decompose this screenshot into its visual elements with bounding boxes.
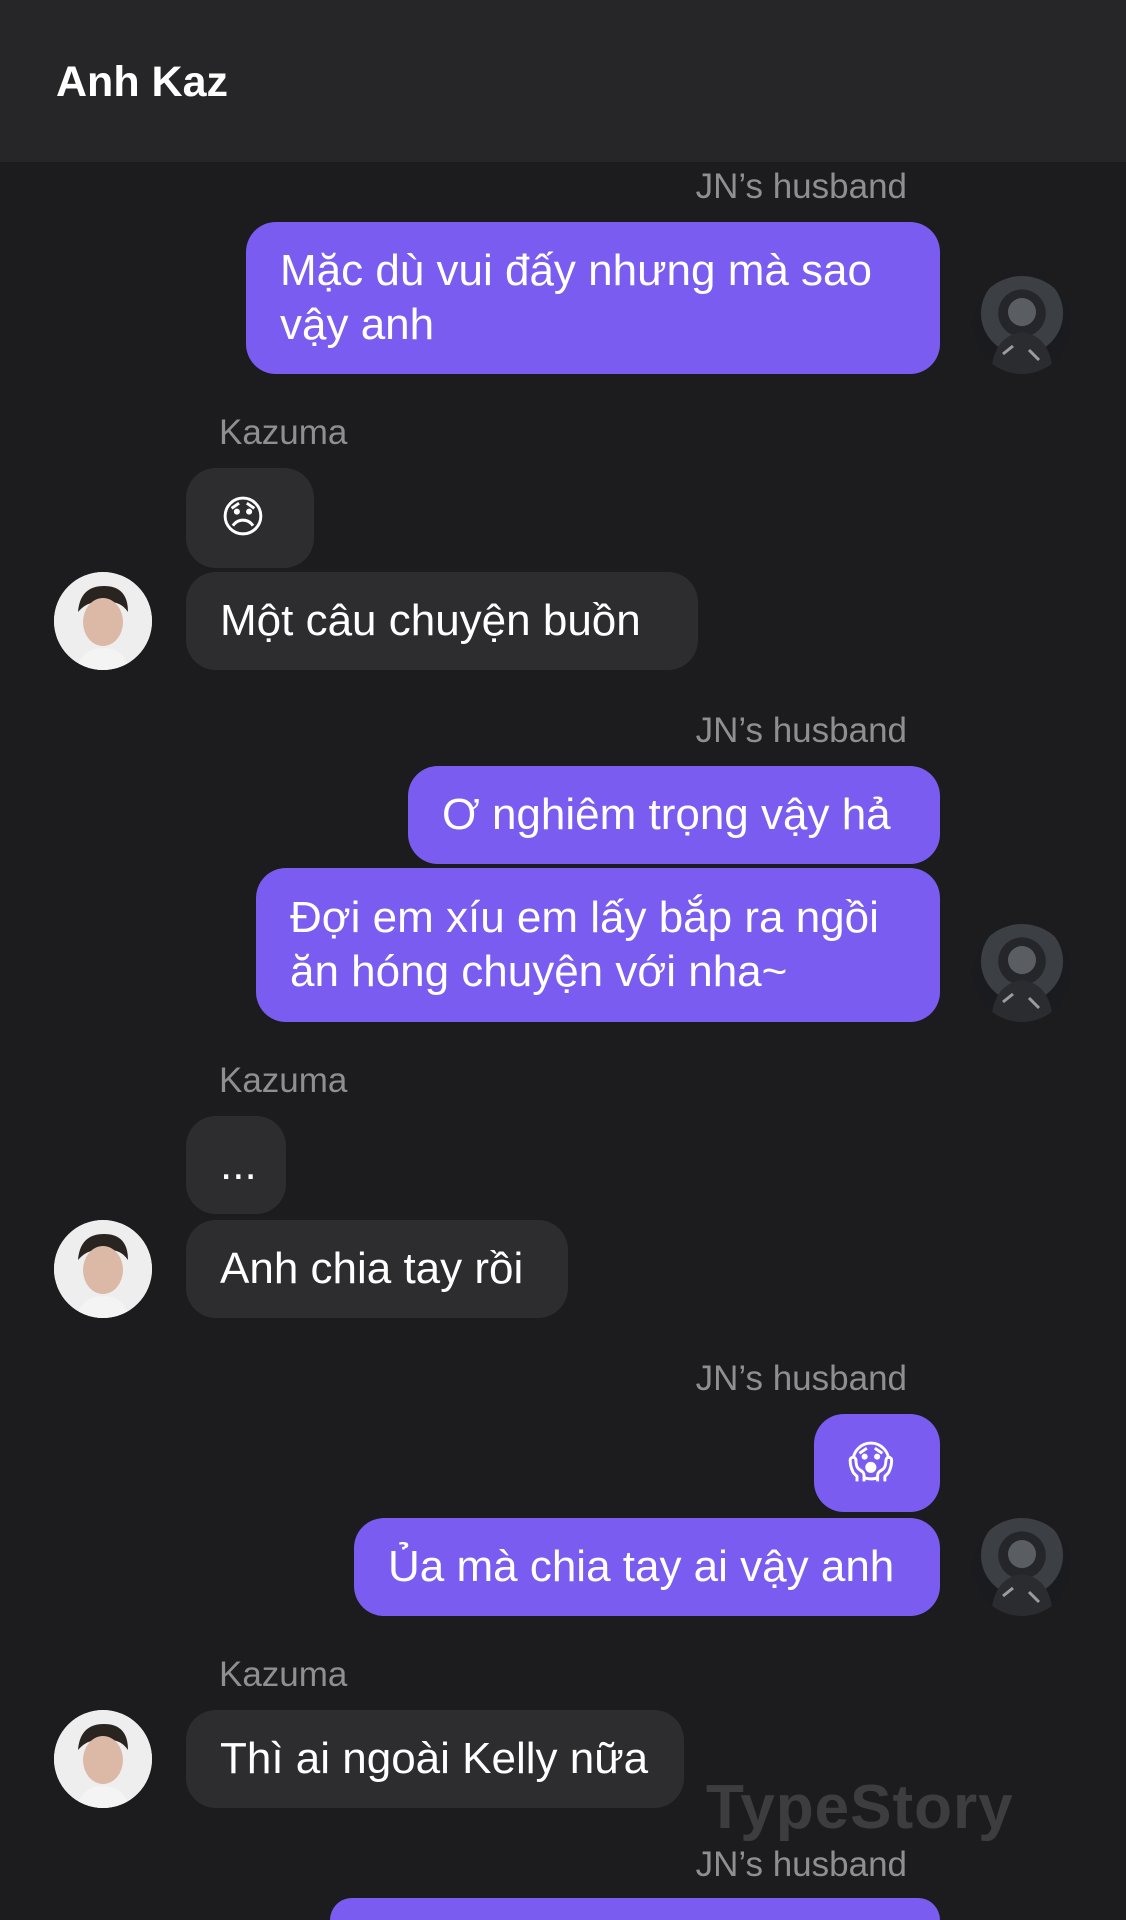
message-bubble[interactable]: Thì ai ngoài Kelly nữa [186,1710,684,1808]
avatar-self[interactable] [973,1518,1071,1616]
message-bubble[interactable]: Một câu chuyện buồn [186,572,698,670]
message-bubble[interactable]: Mặc dù vui đấy nhưng mà sao vậy anh [246,222,940,374]
sender-name: Kazuma [219,413,348,452]
sad-face-emoji: 😞 [220,493,266,542]
sender-name: Kazuma [219,1655,348,1694]
sender-name: JN’s husband [695,1845,907,1884]
message-bubble[interactable]: ... [186,1116,286,1214]
avatar-self[interactable] [973,276,1071,374]
sender-name: JN’s husband [695,1359,907,1398]
watermark: TypeStory [706,1773,1014,1842]
sender-name: JN’s husband [695,711,907,750]
avatar-other[interactable] [54,1220,152,1318]
screaming-face-emoji: 😱 [848,1438,894,1487]
avatar-other[interactable] [54,572,152,670]
chat-header: Anh Kaz [0,0,1126,162]
message-bubble[interactable]: 😞 [186,468,314,568]
message-bubble[interactable] [330,1898,940,1920]
avatar-self[interactable] [973,924,1071,1022]
sender-name: Kazuma [219,1061,348,1100]
message-bubble[interactable]: Ơ nghiêm trọng vậy hả [408,766,940,864]
message-bubble[interactable]: 😱 [814,1414,940,1512]
message-bubble[interactable]: Ủa mà chia tay ai vậy anh [354,1518,940,1616]
message-bubble[interactable]: Anh chia tay rồi [186,1220,568,1318]
message-bubble[interactable]: Đợi em xíu em lấy bắp ra ngồi ăn hóng ch… [256,868,940,1022]
chat-title[interactable]: Anh Kaz [56,56,228,108]
sender-name: JN’s husband [695,167,907,206]
avatar-other[interactable] [54,1710,152,1808]
